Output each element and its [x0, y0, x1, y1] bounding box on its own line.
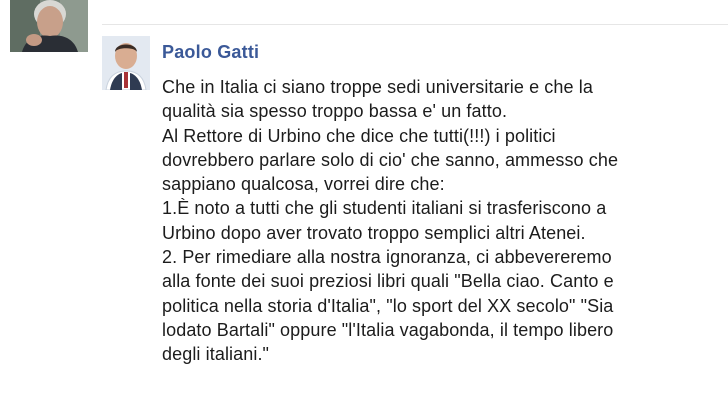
comment-line: alla fonte dei suoi preziosi libri quali… — [162, 271, 614, 292]
previous-comment-avatar[interactable] — [10, 0, 88, 52]
comment-line: 2. Per rimediare alla nostra ignoranza, … — [162, 247, 612, 268]
comment-line: 1.È noto a tutti che gli studenti italia… — [162, 198, 607, 219]
author-name-link[interactable]: Paolo Gatti — [162, 42, 722, 63]
comment-text: Che in Italia ci siano troppe sedi unive… — [162, 75, 722, 367]
comment-line: qualità sia spesso troppo bassa e' un fa… — [162, 101, 508, 122]
comment-line: lodato Bartali" oppure "l'Italia vagabon… — [162, 319, 614, 340]
avatar-photo — [102, 36, 150, 90]
comment-line: politica nella storia d'Italia", "lo spo… — [162, 295, 614, 316]
comment-divider — [102, 24, 728, 25]
comment-line: dovrebbero parlare solo di cio' che sann… — [162, 149, 619, 170]
author-avatar[interactable] — [102, 36, 150, 90]
comment-line: Che in Italia ci siano troppe sedi unive… — [162, 77, 593, 97]
comment-line: sappiano qualcosa, vorrei dire che: — [162, 174, 445, 195]
comment-body: Paolo Gatti Che in Italia ci siano tropp… — [162, 42, 722, 367]
comment-line: Al Rettore di Urbino che dice che tutti(… — [162, 125, 556, 146]
avatar-photo — [10, 0, 88, 52]
comment-line: Urbino dopo aver trovato troppo semplici… — [162, 222, 586, 243]
comment-line: degli italiani." — [162, 344, 270, 365]
